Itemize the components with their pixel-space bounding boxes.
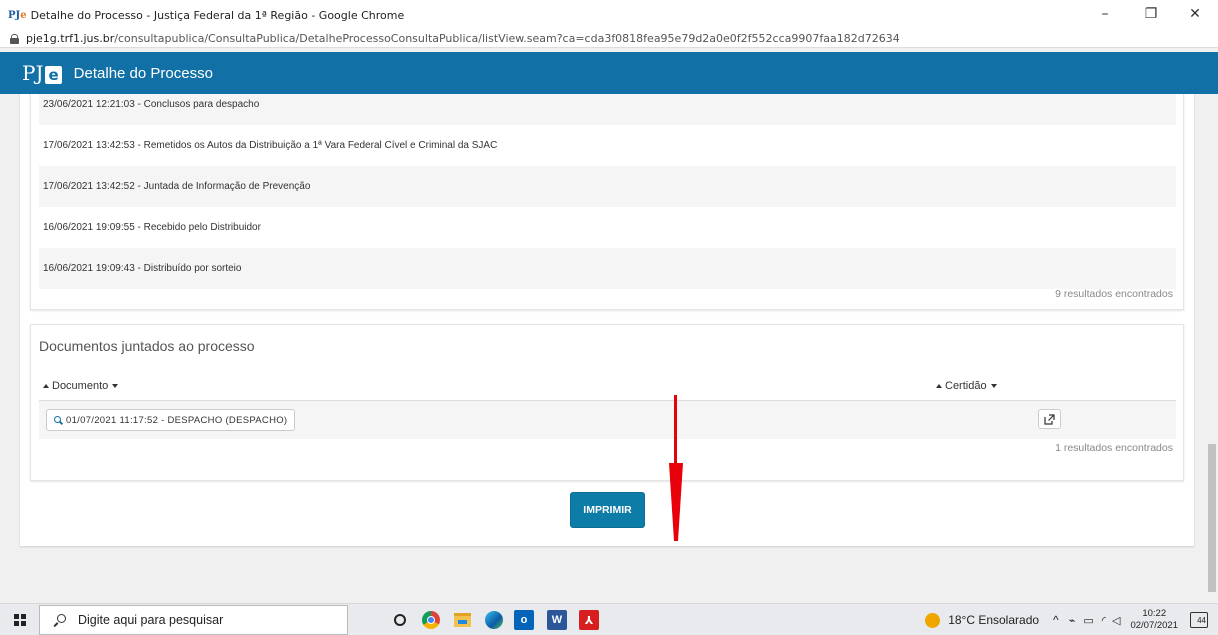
search-icon [54, 614, 66, 626]
documents-panel: Documentos juntados ao processo Document… [30, 324, 1184, 481]
address-bar[interactable]: pje1g.trf1.jus.br/consultapublica/Consul… [0, 30, 1218, 48]
search-icon [54, 416, 62, 424]
file-explorer-icon[interactable] [452, 610, 472, 630]
sort-certidao-header[interactable]: Certidão [936, 380, 997, 392]
edge-icon[interactable] [484, 610, 504, 630]
system-tray: 18°C Ensolarado ^ ⌁ ▭ ◜ ◁ 10:22 02/07/20… [925, 604, 1218, 635]
sun-icon[interactable] [925, 612, 941, 628]
documents-results-count: 1 resultados encontrados [1055, 442, 1173, 454]
certidao-open-button[interactable] [1038, 409, 1061, 429]
sort-asc-icon [936, 384, 942, 388]
word-icon[interactable]: W [547, 610, 567, 630]
wifi-icon[interactable]: ◜ [1102, 614, 1106, 627]
notification-icon[interactable]: 44 [1190, 612, 1208, 628]
start-button[interactable] [0, 604, 39, 635]
sort-desc-icon [990, 384, 997, 388]
movement-row: 16/06/2021 19:09:55 - Recebido pelo Dist… [43, 222, 261, 233]
pje-favicon-icon: PJe [8, 9, 27, 21]
sort-documento-header[interactable]: Documento [43, 380, 119, 392]
cortana-icon[interactable] [390, 610, 410, 630]
windows-icon [13, 614, 26, 626]
speaker-icon[interactable]: ◁ [1112, 614, 1120, 627]
minimize-button[interactable]: – [1082, 0, 1128, 28]
weather-text[interactable]: 18°C Ensolarado [948, 613, 1039, 627]
close-button[interactable]: ✕ [1172, 0, 1218, 28]
lock-icon[interactable] [10, 33, 19, 44]
restore-button[interactable]: ❐ [1128, 0, 1174, 28]
app-header: PJ e Detalhe do Processo [0, 52, 1218, 94]
movements-panel: 23/06/2021 12:21:03 - Conclusos para des… [30, 94, 1184, 310]
network-icon[interactable]: ⌁ [1069, 614, 1076, 627]
window-title: Detalhe do Processo - Justiça Federal da… [30, 8, 405, 22]
scrollbar-thumb[interactable] [1208, 444, 1216, 592]
url-text[interactable]: pje1g.trf1.jus.br/consultapublica/Consul… [26, 32, 900, 45]
taskbar-search-box[interactable]: Digite aqui para pesquisar [39, 605, 348, 635]
windows-taskbar: Digite aqui para pesquisar o W ⅄ 18°C En… [0, 603, 1218, 635]
movement-row: 17/06/2021 13:42:53 - Remetidos os Autos… [43, 140, 498, 151]
main-content: 23/06/2021 12:21:03 - Conclusos para des… [0, 94, 1218, 603]
movements-results-count: 9 resultados encontrados [1055, 288, 1173, 300]
movement-row: 16/06/2021 19:09:43 - Distribuído por so… [39, 248, 1176, 289]
clock[interactable]: 10:22 02/07/2021 [1130, 608, 1178, 632]
chevron-up-icon[interactable]: ^ [1053, 613, 1059, 627]
acrobat-icon[interactable]: ⅄ [579, 610, 599, 630]
print-button[interactable]: IMPRIMIR [570, 492, 645, 528]
sort-asc-icon [43, 384, 49, 388]
battery-icon[interactable]: ▭ [1083, 614, 1093, 627]
browser-title-bar: PJe Detalhe do Processo - Justiça Federa… [0, 0, 1218, 30]
external-link-icon [1044, 413, 1055, 425]
document-row: 01/07/2021 11:17:52 - DESPACHO (DESPACHO… [39, 400, 1176, 439]
sort-desc-icon [112, 384, 119, 388]
chrome-icon[interactable] [421, 610, 441, 630]
movement-row: 23/06/2021 12:21:03 - Conclusos para des… [39, 94, 1176, 125]
page-title: Detalhe do Processo [73, 64, 213, 82]
movement-row: 17/06/2021 13:42:52 - Juntada de Informa… [39, 166, 1176, 207]
pje-logo[interactable]: PJ e [22, 61, 62, 85]
document-view-button[interactable]: 01/07/2021 11:17:52 - DESPACHO (DESPACHO… [46, 409, 296, 431]
documents-heading: Documentos juntados ao processo [39, 338, 255, 354]
red-arrow-annotation [669, 395, 683, 541]
outlook-icon[interactable]: o [514, 610, 534, 630]
process-detail-panel: 23/06/2021 12:21:03 - Conclusos para des… [20, 94, 1194, 546]
